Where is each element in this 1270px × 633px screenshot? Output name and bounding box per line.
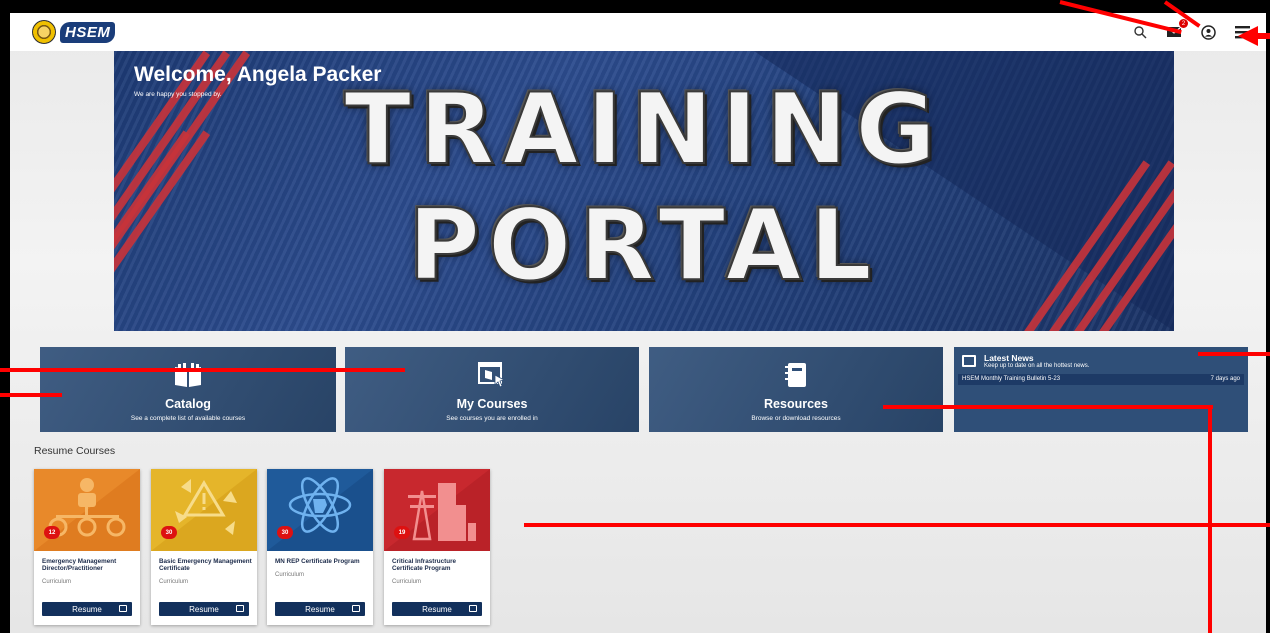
resources-tile[interactable]: Resources Browse or download resources (649, 347, 943, 432)
launch-icon (352, 605, 360, 612)
annotation-arrowhead (1238, 26, 1270, 46)
course-title: MN REP Certificate Program (275, 558, 360, 565)
resume-courses-heading: Resume Courses (34, 445, 116, 457)
resume-button[interactable]: Resume (159, 602, 249, 616)
course-card[interactable]: 30 Basic Emergency Management Certificat… (151, 469, 257, 625)
resume-button[interactable]: Resume (275, 602, 365, 616)
course-type: Curriculum (392, 579, 422, 585)
hsem-logo[interactable]: HSEM (32, 19, 116, 45)
catalog-tile[interactable]: Catalog See a complete list of available… (40, 347, 336, 432)
news-item[interactable]: HSEM Monthly Training Bulletin 5-23 7 da… (958, 374, 1244, 385)
annotation-line (0, 393, 62, 397)
book-open-icon (175, 363, 201, 387)
notebook-icon (785, 363, 806, 387)
training-title: TRAINING (343, 72, 944, 188)
resume-button[interactable]: Resume (392, 602, 482, 616)
course-count-badge: 19 (394, 526, 410, 539)
newspaper-icon (962, 355, 976, 367)
course-type: Curriculum (159, 579, 189, 585)
resume-button[interactable]: Resume (42, 602, 132, 616)
news-item-age: 7 days ago (1210, 376, 1240, 382)
course-card[interactable]: 19 Critical Infrastructure Certificate P… (384, 469, 490, 625)
portal-title: PORTAL (407, 188, 880, 304)
course-count-badge: 30 (277, 526, 293, 539)
resume-label: Resume (189, 604, 219, 614)
course-type: Curriculum (42, 579, 72, 585)
annotation-line (1208, 405, 1212, 633)
news-subtitle: Keep up to date on all the hottest news. (984, 363, 1090, 369)
tile-title: My Courses (456, 397, 528, 411)
logo-text: HSEM (60, 21, 116, 43)
launch-icon (119, 605, 127, 612)
course-count-badge: 12 (44, 526, 60, 539)
course-type: Curriculum (275, 572, 305, 578)
cursor-window-icon (478, 362, 506, 388)
course-title: Basic Emergency Management Certificate (159, 558, 252, 572)
launch-icon (236, 605, 244, 612)
mail-count-badge: 2 (1179, 19, 1188, 28)
tile-subtitle: See courses you are enrolled in (446, 415, 538, 422)
user-circle-icon[interactable] (1198, 22, 1218, 42)
resume-label: Resume (305, 604, 335, 614)
annotation-line (0, 368, 405, 372)
annotation-line (883, 405, 1213, 409)
course-title: Emergency Management Director/Practition… (42, 558, 117, 572)
tile-subtitle: See a complete list of available courses (130, 415, 246, 422)
launch-icon (469, 605, 477, 612)
course-count-badge: 30 (161, 526, 177, 539)
annotation-line (1198, 352, 1270, 356)
tile-subtitle: Browse or download resources (751, 415, 841, 422)
tile-title: Catalog (165, 397, 211, 411)
top-navigation-bar: HSEM 2 (10, 13, 1266, 51)
hero-banner: Welcome, Angela Packer We are happy you … (114, 51, 1174, 331)
state-seal-icon (32, 20, 56, 44)
resume-label: Resume (72, 604, 102, 614)
my-courses-tile[interactable]: My Courses See courses you are enrolled … (345, 347, 639, 432)
news-title: Latest News (984, 353, 1034, 363)
app-frame: HSEM 2 Welcome, Angela Packer We are hap… (10, 13, 1266, 633)
annotation-line (524, 523, 1270, 527)
latest-news-panel: Latest News Keep up to date on all the h… (954, 347, 1248, 432)
news-item-title: HSEM Monthly Training Bulletin 5-23 (962, 376, 1061, 382)
course-card[interactable]: 30 MN REP Certificate Program Curriculum… (267, 469, 373, 625)
resume-label: Resume (422, 604, 452, 614)
course-card[interactable]: 12 Emergency Management Director/Practit… (34, 469, 140, 625)
course-title: Critical Infrastructure Certificate Prog… (392, 558, 457, 572)
